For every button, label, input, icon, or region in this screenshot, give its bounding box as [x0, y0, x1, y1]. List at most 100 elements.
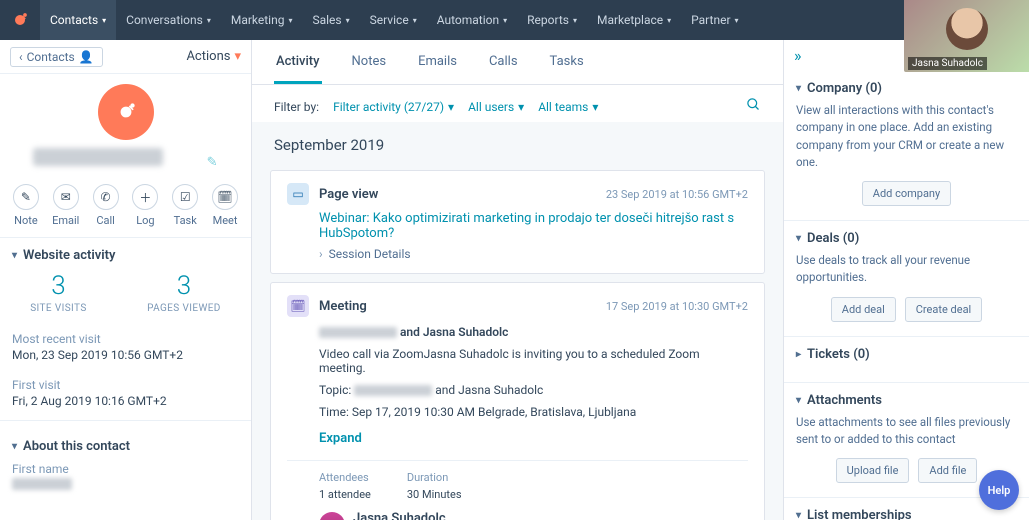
- website-activity-header[interactable]: ▾ Website activity: [0, 238, 251, 267]
- meet-button[interactable]: 🗓Meet: [208, 184, 242, 227]
- chevron-down-icon: ▾: [12, 441, 17, 452]
- deals-panel: ▾ Deals (0) Use deals to track all your …: [784, 221, 1029, 337]
- nav-marketing[interactable]: Marketing ▾: [221, 0, 303, 40]
- about-contact-header[interactable]: ▾ About this contact: [0, 429, 251, 458]
- calendar-icon: 🗓: [287, 295, 309, 317]
- edit-name-icon[interactable]: ✎: [207, 155, 218, 170]
- redacted-name: [319, 327, 397, 338]
- chevron-down-icon: ▾: [12, 250, 17, 261]
- chevron-right-icon: ▸: [796, 349, 801, 360]
- call-icon: ✆: [93, 184, 119, 210]
- help-button[interactable]: Help: [979, 470, 1019, 510]
- contact-name: [33, 148, 163, 166]
- list-memberships-header[interactable]: ▾ List memberships: [796, 508, 1017, 520]
- left-sidebar: ‹ Contacts 👤 Actions ▾ ✎ ✎Note✉Email✆Cal…: [0, 40, 252, 520]
- filter-users-dropdown[interactable]: All users▾: [468, 100, 524, 114]
- attendee-name: Jasna Suhadolc: [353, 511, 484, 520]
- chevron-down-icon: ▾: [413, 16, 417, 25]
- tab-notes[interactable]: Notes: [350, 40, 389, 84]
- nav-automation[interactable]: Automation ▾: [427, 0, 517, 40]
- tab-tasks[interactable]: Tasks: [548, 40, 586, 84]
- create-deal-button[interactable]: Create deal: [905, 297, 982, 322]
- expand-link[interactable]: Expand: [319, 431, 362, 446]
- nav-reports[interactable]: Reports ▾: [517, 0, 587, 40]
- video-overlay: Jasna Suhadolc: [904, 0, 1029, 72]
- nav-partner[interactable]: Partner ▾: [681, 0, 748, 40]
- filter-teams-dropdown[interactable]: All teams▾: [538, 100, 598, 114]
- top-nav: Contacts ▾Conversations ▾Marketing ▾Sale…: [0, 0, 1029, 40]
- filter-by-label: Filter by:: [274, 100, 319, 114]
- chevron-down-icon: ▾: [796, 233, 801, 244]
- company-panel: ▾ Company (0) View all interactions with…: [784, 71, 1029, 221]
- actions-dropdown[interactable]: Actions ▾: [186, 49, 241, 64]
- chevron-down-icon: ▾: [592, 100, 598, 114]
- deals-description: Use deals to track all your revenue oppo…: [796, 252, 1017, 287]
- chevron-down-icon: ▾: [207, 16, 211, 25]
- redacted-name: [354, 385, 432, 396]
- meeting-subject: and Jasna Suhadolc: [397, 325, 508, 339]
- back-to-contacts[interactable]: ‹ Contacts 👤: [10, 47, 103, 67]
- first-visit-label: First visit: [12, 378, 239, 392]
- attendees-value: 1 attendee: [319, 488, 371, 501]
- email-button[interactable]: ✉Email: [49, 184, 83, 227]
- first-name-value: [12, 478, 72, 490]
- chevron-left-icon: ‹: [19, 50, 23, 64]
- nav-conversations[interactable]: Conversations ▾: [116, 0, 221, 40]
- chevron-down-icon: ▾: [518, 100, 524, 114]
- pageview-link[interactable]: Webinar: Kako optimizirati marketing in …: [319, 211, 734, 241]
- right-sidebar: » ▾ Company (0) View all interactions wi…: [784, 40, 1029, 520]
- nav-sales[interactable]: Sales ▾: [302, 0, 359, 40]
- most-recent-visit-value: Mon, 23 Sep 2019 10:56 GMT+2: [12, 348, 239, 362]
- contact-icon: 👤: [79, 50, 94, 64]
- email-icon: ✉: [53, 184, 79, 210]
- add-deal-button[interactable]: Add deal: [831, 297, 896, 322]
- add-company-button[interactable]: Add company: [862, 181, 951, 206]
- meeting-description: Video call via ZoomJasna Suhadolc is inv…: [287, 347, 748, 375]
- upload-file-button[interactable]: Upload file: [836, 458, 910, 483]
- meet-icon: 🗓: [212, 184, 238, 210]
- note-button[interactable]: ✎Note: [9, 184, 43, 227]
- tab-emails[interactable]: Emails: [416, 40, 459, 84]
- company-header[interactable]: ▾ Company (0): [796, 81, 1017, 96]
- chevron-down-icon: ▾: [288, 16, 292, 25]
- duration-value: 30 Minutes: [407, 488, 462, 501]
- attachments-header[interactable]: ▾ Attachments: [796, 393, 1017, 408]
- task-button[interactable]: ☑Task: [168, 184, 202, 227]
- meeting-time: Time: Sep 17, 2019 10:30 AM Belgrade, Br…: [287, 405, 748, 419]
- nav-service[interactable]: Service ▾: [360, 0, 427, 40]
- attendee-avatar: [319, 512, 345, 520]
- first-name-label: First name: [12, 462, 239, 476]
- chevron-down-icon: ▾: [234, 49, 241, 64]
- filter-activity-dropdown[interactable]: Filter activity (27/27)▾: [333, 100, 454, 114]
- log-button[interactable]: ＋Log: [128, 184, 162, 227]
- contact-avatar: [98, 84, 154, 140]
- chevron-down-icon: ▾: [573, 16, 577, 25]
- chevron-down-icon: ▾: [796, 395, 801, 406]
- tab-activity[interactable]: Activity: [274, 40, 322, 84]
- presenter-photo: [946, 8, 988, 50]
- chevron-down-icon: ▾: [346, 16, 350, 25]
- pageview-card: ▭ Page view 23 Sep 2019 at 10:56 GMT+2 W…: [270, 170, 765, 274]
- presenter-name: Jasna Suhadolc: [908, 57, 987, 70]
- chevron-down-icon: ▾: [796, 83, 801, 94]
- add-file-button[interactable]: Add file: [918, 458, 977, 483]
- session-details-link[interactable]: Session Details: [329, 247, 411, 261]
- meeting-card: 🗓 Meeting 17 Sep 2019 at 10:30 GMT+2 and…: [270, 282, 765, 520]
- search-icon[interactable]: [746, 97, 761, 116]
- attendees-label: Attendees: [319, 471, 371, 484]
- log-icon: ＋: [132, 184, 158, 210]
- deals-header[interactable]: ▾ Deals (0): [796, 231, 1017, 246]
- chevron-down-icon: ▾: [667, 16, 671, 25]
- browser-icon: ▭: [287, 183, 309, 205]
- nav-marketplace[interactable]: Marketplace ▾: [587, 0, 681, 40]
- tickets-header[interactable]: ▸ Tickets (0): [796, 347, 1017, 362]
- most-recent-visit-label: Most recent visit: [12, 332, 239, 346]
- tickets-panel: ▸ Tickets (0): [784, 337, 1029, 383]
- note-icon: ✎: [13, 184, 39, 210]
- pages-viewed-metric: 3 PAGES VIEWED: [147, 271, 221, 314]
- call-button[interactable]: ✆Call: [89, 184, 123, 227]
- tab-calls[interactable]: Calls: [487, 40, 520, 84]
- nav-contacts[interactable]: Contacts ▾: [40, 0, 116, 40]
- chevron-down-icon: ▾: [503, 16, 507, 25]
- chevron-down-icon: ▾: [448, 100, 454, 114]
